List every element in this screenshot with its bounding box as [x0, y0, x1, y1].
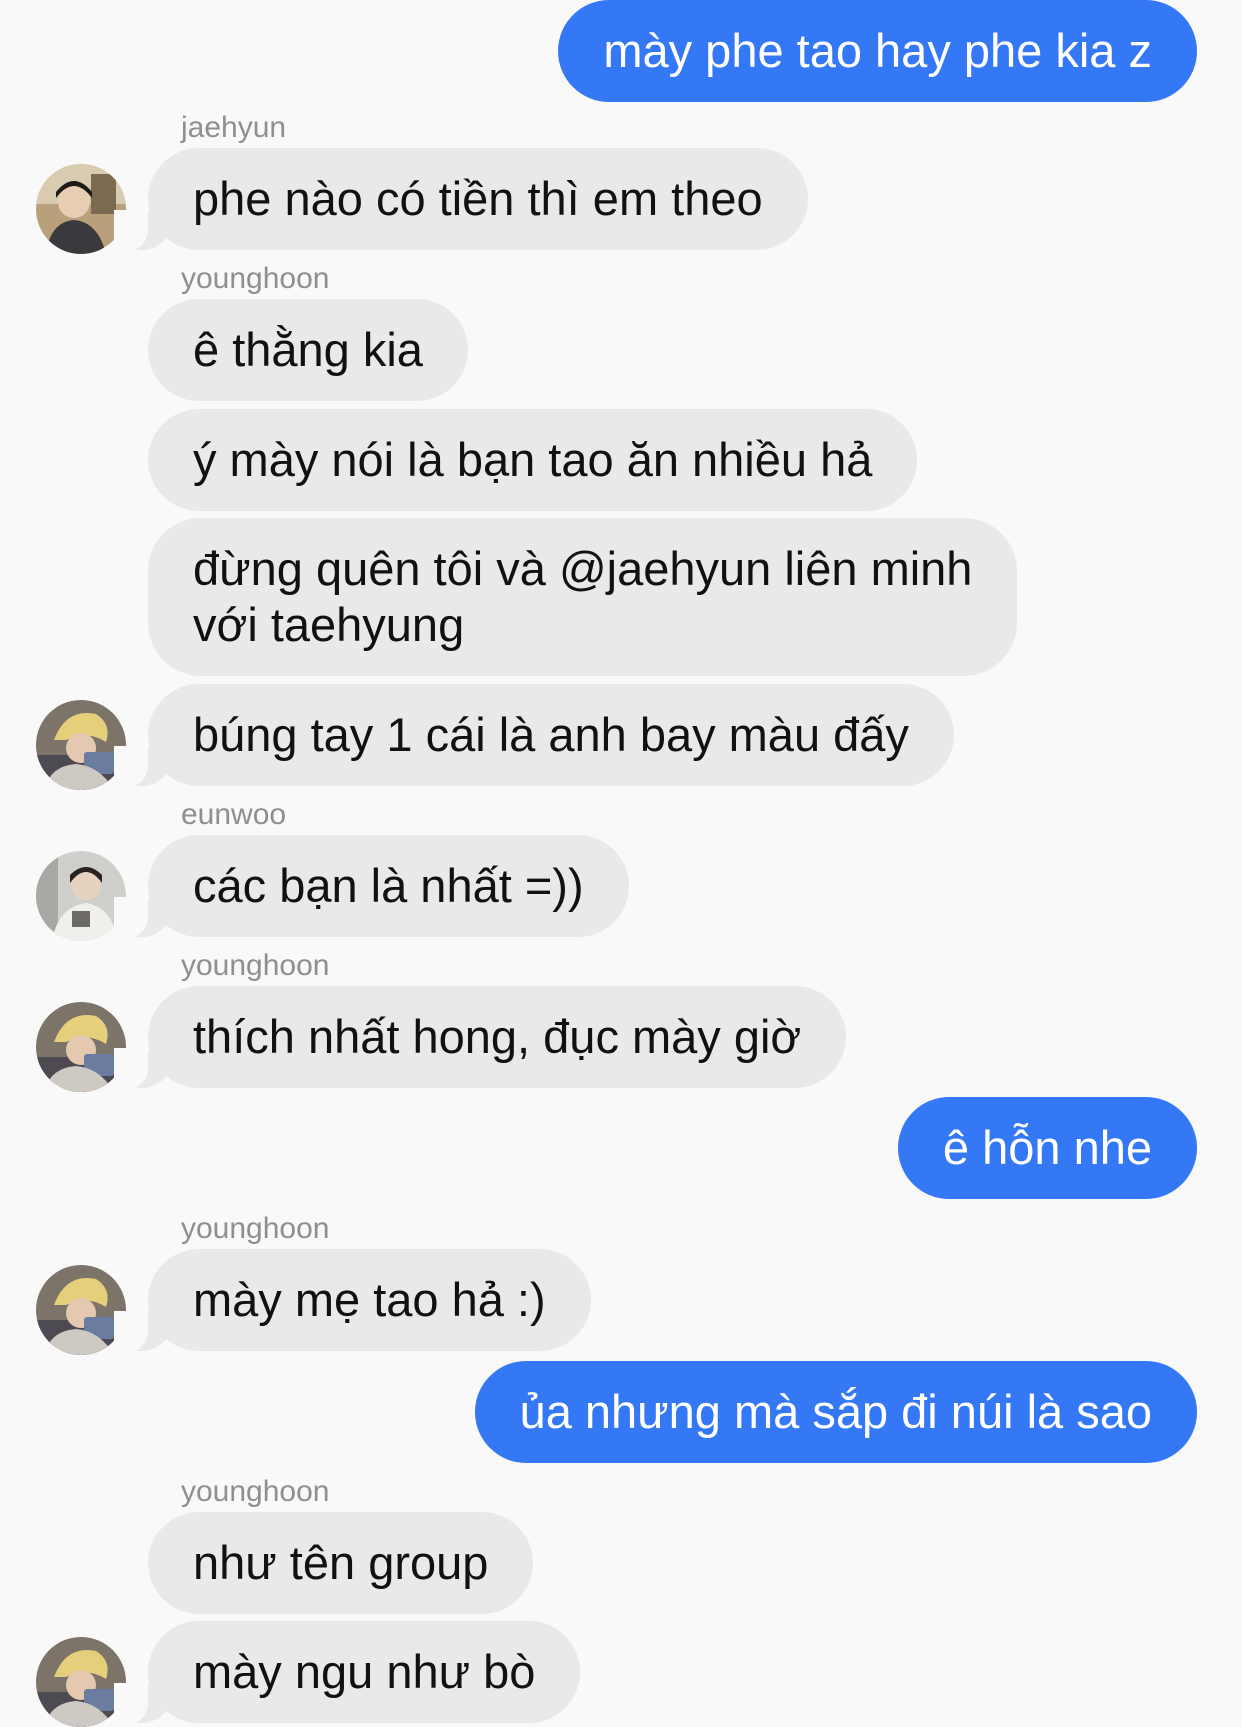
message-bubble-received[interactable]: mày mẹ tao hả :)	[114, 1249, 591, 1353]
message-bubble-sent[interactable]: mày phe tao hay phe kia z	[558, 0, 1197, 102]
message-bubble-received[interactable]: ý mày nói là bạn tao ăn nhiều hả	[148, 409, 918, 511]
message-bubble-received[interactable]: thích nhất hong, đục mày giờ	[113, 986, 847, 1090]
avatar-younghoon[interactable]	[36, 1002, 126, 1092]
avatar-eunwoo[interactable]	[36, 851, 126, 941]
message-bubble-received[interactable]: ê thằng kia	[148, 299, 468, 401]
avatar-younghoon[interactable]	[36, 1265, 126, 1355]
message-bubble-sent[interactable]: ủa nhưng mà sắp đi núi là sao	[474, 1361, 1197, 1463]
sender-name: eunwoo	[181, 798, 287, 831]
sender-name: younghoon	[181, 949, 330, 982]
message-bubble-received[interactable]: như tên group	[148, 1512, 534, 1614]
message-bubble-sent[interactable]: ê hỗn nhe	[897, 1097, 1197, 1199]
message-bubble-received[interactable]: các bạn là nhất =))	[114, 835, 629, 939]
sender-name: younghoon	[181, 1212, 330, 1245]
avatar-jaehyun[interactable]	[36, 164, 126, 254]
message-bubble-received[interactable]: búng tay 1 cái là anh bay màu đấy	[114, 684, 954, 788]
avatar-younghoon[interactable]	[36, 700, 126, 790]
message-bubble-received[interactable]: đừng quên tôi và @jaehyun liên minh với …	[148, 518, 1018, 676]
message-bubble-received[interactable]: phe nào có tiền thì em theo	[114, 148, 808, 252]
sender-name: jaehyun	[181, 111, 287, 144]
sender-name: younghoon	[181, 262, 330, 295]
avatar-younghoon[interactable]	[36, 1637, 126, 1727]
message-bubble-received[interactable]: mày ngu như bò	[113, 1621, 581, 1725]
sender-name: younghoon	[181, 1475, 330, 1508]
